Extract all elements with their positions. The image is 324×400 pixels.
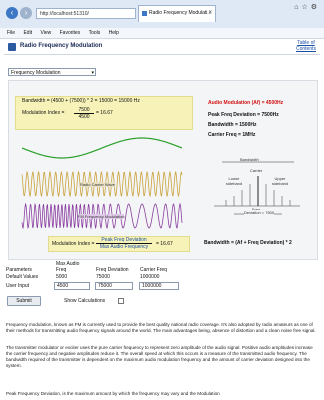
mi2-result: = 16.67 bbox=[156, 241, 173, 247]
col-max-audio-freq: Max Audio Freq bbox=[56, 261, 80, 273]
carrier-label: Carrier bbox=[250, 168, 263, 173]
lower-sideband-label: Lower sideband bbox=[225, 176, 243, 186]
default-audio-freq: 5000 bbox=[56, 274, 68, 280]
waveform-diagram bbox=[21, 137, 300, 230]
mi2-label: Modulation Index = bbox=[52, 241, 95, 247]
row-parameters: Parameters bbox=[6, 267, 32, 273]
upper-sideband-label: Upper sideband bbox=[271, 176, 289, 186]
row-user-input: User Input bbox=[6, 283, 30, 289]
paragraph-1: Frequency modulation, known as FM is cur… bbox=[6, 322, 316, 333]
mi2-numerator: Peak Freq Deviation bbox=[96, 237, 152, 244]
row-default-values: Default Values bbox=[6, 274, 39, 280]
show-calculations-label: Show Calculations bbox=[64, 298, 106, 304]
audio-freq-input[interactable]: 4500 bbox=[54, 282, 90, 290]
fm-signal-label: FM Frequency Modulation bbox=[78, 214, 125, 219]
mi2-denominator: Max Audio Frequency bbox=[99, 244, 149, 250]
default-freq-deviation: 75000 bbox=[96, 274, 110, 280]
submit-button[interactable]: Submit bbox=[7, 296, 41, 306]
carrier-freq-input[interactable]: 1000000 bbox=[139, 282, 179, 290]
paragraph-2: The transmitter modulator or exciter use… bbox=[6, 345, 313, 368]
bandwidth-formula: Bandwidth = (Af + Freq Deviation) * 2 bbox=[204, 240, 292, 246]
show-calculations-checkbox[interactable] bbox=[118, 298, 124, 304]
default-carrier-freq: 1000000 bbox=[140, 274, 160, 280]
deviation-label: Deviation = 7500 bbox=[244, 210, 275, 215]
col-freq-deviation: Freq Deviation bbox=[96, 267, 129, 273]
freq-deviation-input[interactable]: 75000 bbox=[95, 282, 133, 290]
radio-carrier-label: Radio Carrier Wave bbox=[80, 182, 115, 187]
paragraph-3: Peak Frequency Deviation, is the maximum… bbox=[6, 391, 220, 396]
bandwidth-arrow-label: Bandwidth bbox=[240, 157, 259, 162]
col-carrier-freq: Carrier Freq bbox=[140, 267, 167, 273]
audio-wave bbox=[21, 137, 183, 159]
